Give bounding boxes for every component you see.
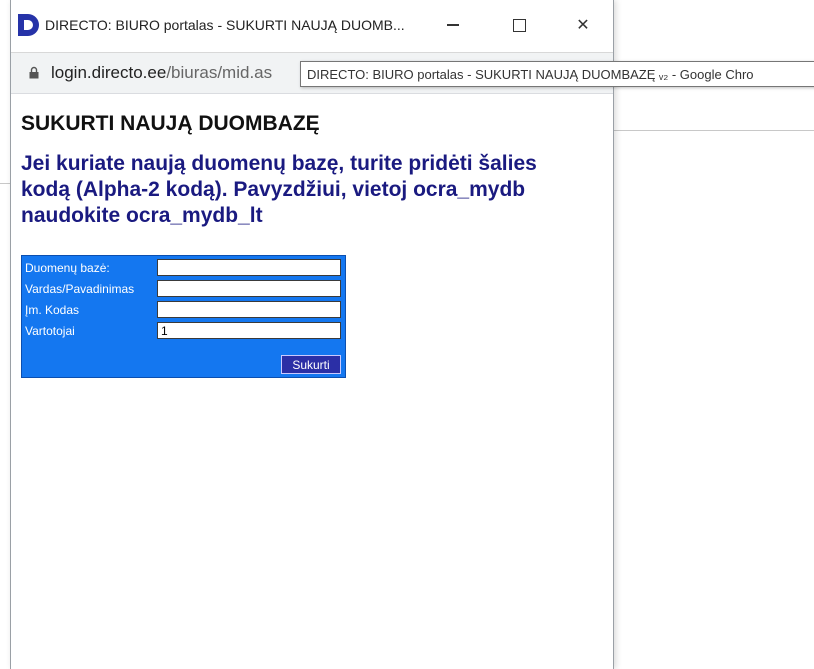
- form-row-users: Vartotojai: [22, 321, 347, 342]
- page-title: SUKURTI NAUJĄ DUOMBAZĘ: [21, 112, 320, 135]
- database-label: Duomenų bazė:: [25, 261, 110, 275]
- minimize-icon: [447, 24, 459, 26]
- url-path: /biuras/mid.as: [166, 63, 273, 82]
- title-tooltip: DIRECTO: BIURO portalas - SUKURTI NAUJĄ …: [300, 61, 814, 87]
- directo-logo-icon: [18, 14, 39, 36]
- title-bar[interactable]: DIRECTO: BIURO portalas - SUKURTI NAUJĄ …: [11, 0, 613, 53]
- popup-window: DIRECTO: BIURO portalas - SUKURTI NAUJĄ …: [10, 0, 614, 669]
- url-host: login.directo.ee: [51, 63, 167, 82]
- form-row-name: Vardas/Pavadinimas: [22, 279, 347, 300]
- users-input[interactable]: [157, 322, 341, 339]
- company-code-input[interactable]: [157, 301, 341, 318]
- close-icon: ✕: [576, 17, 590, 34]
- background-divider: [612, 130, 814, 131]
- close-button[interactable]: ✕: [561, 10, 605, 40]
- database-input[interactable]: [157, 259, 341, 276]
- create-database-form: Duomenų bazė: Vardas/Pavadinimas Įm. Kod…: [21, 255, 346, 378]
- maximize-button[interactable]: [497, 10, 541, 40]
- lock-icon: [29, 66, 39, 79]
- url-text[interactable]: login.directo.ee/biuras/mid.as: [51, 63, 272, 83]
- window-title: DIRECTO: BIURO portalas - SUKURTI NAUJĄ …: [45, 17, 405, 33]
- company-code-label: Įm. Kodas: [25, 303, 80, 317]
- form-row-database: Duomenų bazė:: [22, 258, 347, 279]
- maximize-icon: [512, 18, 526, 32]
- form-row-company-code: Įm. Kodas: [22, 300, 347, 321]
- create-button[interactable]: Sukurti: [281, 355, 341, 374]
- name-input[interactable]: [157, 280, 341, 297]
- minimize-button[interactable]: [431, 10, 475, 40]
- users-label: Vartotojai: [25, 324, 75, 338]
- name-label: Vardas/Pavadinimas: [25, 282, 135, 296]
- country-code-notice: Jei kuriate naują duomenų bazę, turite p…: [21, 152, 537, 227]
